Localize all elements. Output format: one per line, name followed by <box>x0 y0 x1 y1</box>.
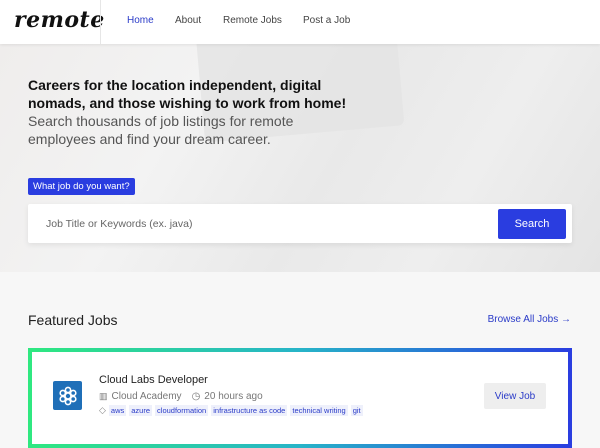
divider <box>100 0 101 44</box>
job-meta: ▥ Cloud Academy ◷ 20 hours ago <box>99 391 263 402</box>
search-button[interactable]: Search <box>498 209 566 239</box>
building-icon: ▥ <box>99 391 108 401</box>
search-label-badge: What job do you want? <box>28 178 135 195</box>
tag[interactable]: azure <box>129 405 153 416</box>
header: remote Home About Remote Jobs Post a Job <box>0 0 600 44</box>
browse-all-jobs-link[interactable]: Browse All Jobs → <box>488 314 571 325</box>
job-card[interactable]: Cloud Labs Developer ▥ Cloud Academy ◷ 2… <box>28 348 572 448</box>
tag[interactable]: infrastructure as code <box>211 405 288 416</box>
clock-icon: ◷ <box>191 391 201 402</box>
company-name: Cloud Academy <box>111 391 182 402</box>
featured-jobs-title: Featured Jobs <box>28 312 118 328</box>
logo[interactable]: remote <box>14 7 105 33</box>
view-job-button[interactable]: View Job <box>484 383 546 409</box>
hero-headline: Careers for the location independent, di… <box>28 77 347 111</box>
tag-icon: ◇ <box>99 405 106 415</box>
flower-logo-icon <box>58 386 77 405</box>
job-tags: ◇ aws azure cloudformation infrastructur… <box>99 405 363 416</box>
hero-subtitle: Search thousands of job listings for rem… <box>28 113 294 147</box>
search-bar: Search <box>28 204 572 243</box>
nav-about[interactable]: About <box>175 15 201 26</box>
hero: Careers for the location independent, di… <box>0 44 600 272</box>
nav-post-a-job[interactable]: Post a Job <box>303 15 350 26</box>
job-title[interactable]: Cloud Labs Developer <box>99 374 208 386</box>
company-logo <box>53 381 82 410</box>
search-input[interactable] <box>46 214 486 234</box>
nav-home[interactable]: Home <box>127 15 154 26</box>
tag[interactable]: cloudformation <box>155 405 209 416</box>
nav-remote-jobs[interactable]: Remote Jobs <box>223 15 282 26</box>
tag[interactable]: technical writing <box>290 405 348 416</box>
tag[interactable]: git <box>350 405 363 416</box>
posted-time: 20 hours ago <box>204 391 263 402</box>
tag[interactable]: aws <box>108 405 127 416</box>
